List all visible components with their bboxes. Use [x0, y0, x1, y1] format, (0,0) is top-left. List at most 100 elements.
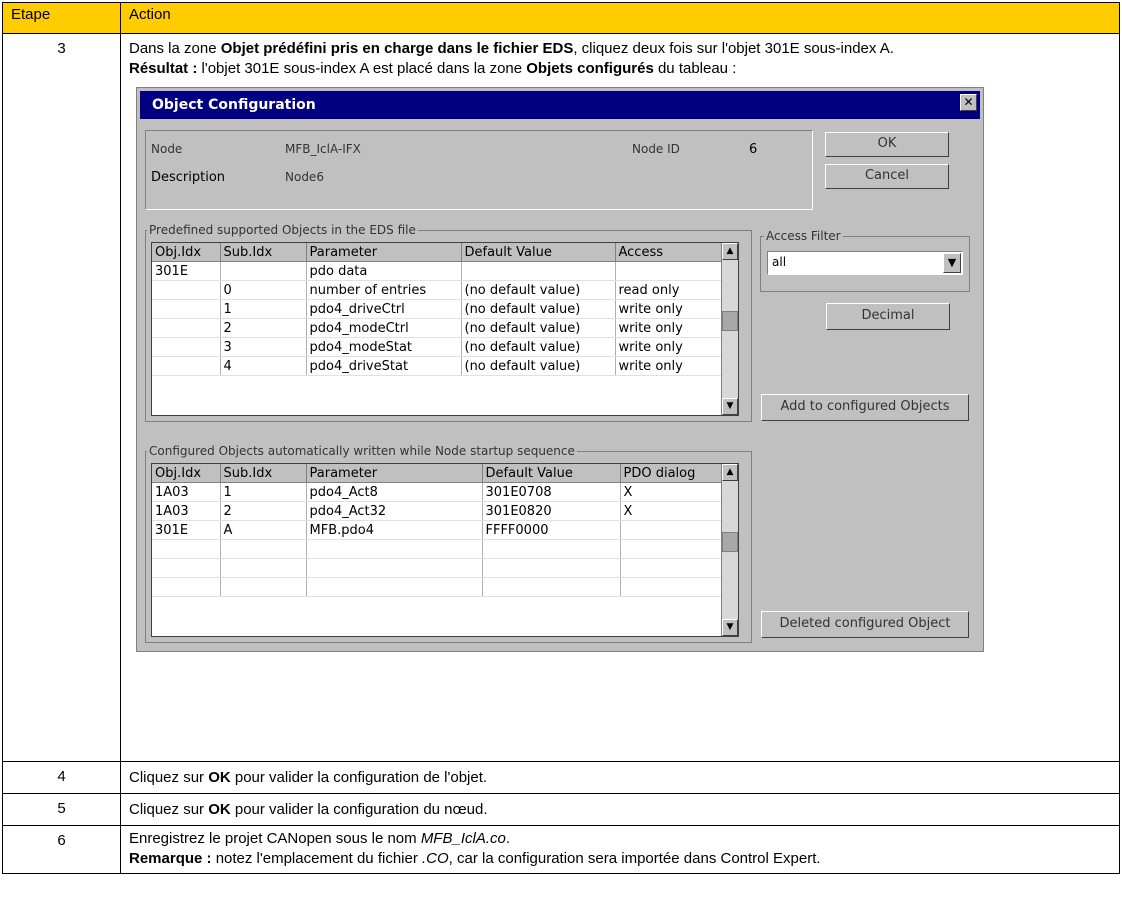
- scroll-up-icon[interactable]: ▲: [722, 464, 738, 481]
- table-row[interactable]: 1A03 1 pdo4_Act8 301E0708 X: [152, 482, 724, 502]
- table-cell: X: [620, 501, 724, 521]
- procedure-table: Etape Action 3 Dans la zone Objet prédéf…: [2, 2, 1120, 874]
- configured-objects-grid[interactable]: Obj.Idx Sub.Idx Parameter Default Value PDO …: [151, 463, 739, 637]
- save-instruction: Enregistrez le projet CANopen sous le no…: [129, 830, 511, 847]
- table-cell: [306, 577, 483, 597]
- column-header[interactable]: Default Value: [482, 464, 621, 483]
- column-header[interactable]: Obj.Idx: [152, 464, 221, 483]
- step-header: Etape: [2, 2, 121, 34]
- chevron-down-icon[interactable]: ▼: [943, 253, 961, 273]
- table-cell: [620, 520, 724, 540]
- table-cell: (no default value): [461, 337, 616, 357]
- table-cell: [620, 539, 724, 559]
- table-cell: pdo data: [306, 261, 462, 281]
- table-cell: [620, 558, 724, 578]
- column-header[interactable]: Parameter: [306, 464, 483, 483]
- table-cell: [220, 577, 307, 597]
- predefined-group-label: Predefined supported Objects in the EDS …: [147, 223, 418, 237]
- step-number: 4: [2, 761, 121, 794]
- add-to-configured-button[interactable]: Add to configured Objects: [761, 394, 969, 421]
- cancel-button[interactable]: Cancel: [825, 164, 949, 189]
- object-configuration-dialog: Object Configuration ✕ Node MFB_IclA-IFX…: [136, 87, 984, 652]
- table-cell: 0: [220, 280, 307, 300]
- column-header[interactable]: PDO dialog: [620, 464, 724, 483]
- table-cell: read only: [615, 280, 724, 300]
- table-cell: [461, 261, 616, 281]
- table-cell: [615, 261, 724, 281]
- column-header[interactable]: Obj.Idx: [152, 243, 221, 262]
- table-row[interactable]: 1A03 2 pdo4_Act32 301E0820 X: [152, 501, 724, 521]
- predefined-objects-grid[interactable]: Obj.Idx Sub.Idx Parameter Default Value Acce…: [151, 242, 739, 416]
- table-cell: 2: [220, 318, 307, 338]
- table-cell: [482, 539, 621, 559]
- step-number: 5: [2, 793, 121, 826]
- scroll-thumb[interactable]: [722, 532, 738, 552]
- table-row[interactable]: [152, 539, 724, 559]
- ok-button[interactable]: OK: [825, 132, 949, 157]
- delete-configured-button[interactable]: Deleted configured Object: [761, 611, 969, 638]
- table-cell: 301E0708: [482, 482, 621, 502]
- table-cell: (no default value): [461, 299, 616, 319]
- table-cell: write only: [615, 337, 724, 357]
- table-cell: pdo4_modeStat: [306, 337, 462, 357]
- note-text: Remarque : notez l'emplacement du fichie…: [129, 850, 821, 867]
- table-cell: [152, 337, 221, 357]
- table-row[interactable]: [152, 558, 724, 578]
- decimal-button[interactable]: Decimal: [826, 303, 950, 330]
- node-id-label: Node ID: [632, 142, 680, 156]
- step-number: 6: [2, 825, 121, 874]
- table-row[interactable]: 301E pdo data: [152, 261, 724, 281]
- table-row[interactable]: 3 pdo4_modeStat (no default value) write on…: [152, 337, 724, 357]
- table-row[interactable]: 301E A MFB.pdo4 FFFF0000: [152, 520, 724, 540]
- dialog-title: Object Configuration: [140, 91, 980, 119]
- table-cell: (no default value): [461, 280, 616, 300]
- column-header[interactable]: Parameter: [306, 243, 462, 262]
- instruction-text: Dans la zone Objet prédéfini pris en cha…: [129, 40, 894, 57]
- table-cell: FFFF0000: [482, 520, 621, 540]
- result-text: Résultat : l'objet 301E sous-index A est…: [129, 60, 737, 77]
- scroll-thumb[interactable]: [722, 311, 738, 331]
- close-icon[interactable]: ✕: [960, 94, 977, 111]
- scroll-up-icon[interactable]: ▲: [722, 243, 738, 260]
- header-row: Etape Action: [2, 2, 1120, 34]
- table-cell: number of entries: [306, 280, 462, 300]
- access-filter-select[interactable]: all ▼: [767, 251, 963, 275]
- table-cell: 301E: [152, 261, 221, 281]
- table-cell: [152, 299, 221, 319]
- access-filter-value: all: [772, 255, 787, 269]
- step-row-6: 6 Enregistrez le projet CANopen sous le …: [2, 825, 1120, 874]
- node-id-value: 6: [749, 142, 758, 157]
- table-row[interactable]: 4 pdo4_driveStat (no default value) write o…: [152, 356, 724, 376]
- step-number: 3: [2, 33, 121, 762]
- table-cell: (no default value): [461, 356, 616, 376]
- table-cell: [306, 558, 483, 578]
- action-cell: Cliquez sur OK pour valider la configura…: [120, 793, 1120, 826]
- scroll-down-icon[interactable]: ▼: [722, 398, 738, 415]
- table-cell: [620, 577, 724, 597]
- table-cell: X: [620, 482, 724, 502]
- column-header[interactable]: Access: [615, 243, 724, 262]
- predefined-scrollbar[interactable]: ▲ ▼: [721, 243, 738, 415]
- table-cell: pdo4_Act8: [306, 482, 483, 502]
- table-cell: [482, 577, 621, 597]
- column-header[interactable]: Default Value: [461, 243, 616, 262]
- table-cell: 3: [220, 337, 307, 357]
- table-cell: [482, 558, 621, 578]
- node-value: MFB_IclA-IFX: [285, 142, 361, 156]
- table-cell: write only: [615, 318, 724, 338]
- scroll-down-icon[interactable]: ▼: [722, 619, 738, 636]
- table-cell: [152, 280, 221, 300]
- table-row[interactable]: 0 number of entries (no default value) read…: [152, 280, 724, 300]
- table-cell: [152, 558, 221, 578]
- configured-scrollbar[interactable]: ▲ ▼: [721, 464, 738, 636]
- table-cell: pdo4_driveStat: [306, 356, 462, 376]
- table-cell: [152, 539, 221, 559]
- table-row[interactable]: [152, 577, 724, 597]
- column-header[interactable]: Sub.Idx: [220, 243, 307, 262]
- column-header[interactable]: Sub.Idx: [220, 464, 307, 483]
- table-row[interactable]: 2 pdo4_modeCtrl (no default value) write on…: [152, 318, 724, 338]
- table-cell: pdo4_modeCtrl: [306, 318, 462, 338]
- step-row-3: 3 Dans la zone Objet prédéfini pris en c…: [2, 33, 1120, 762]
- table-cell: 1: [220, 482, 307, 502]
- table-row[interactable]: 1 pdo4_driveCtrl (no default value) write o…: [152, 299, 724, 319]
